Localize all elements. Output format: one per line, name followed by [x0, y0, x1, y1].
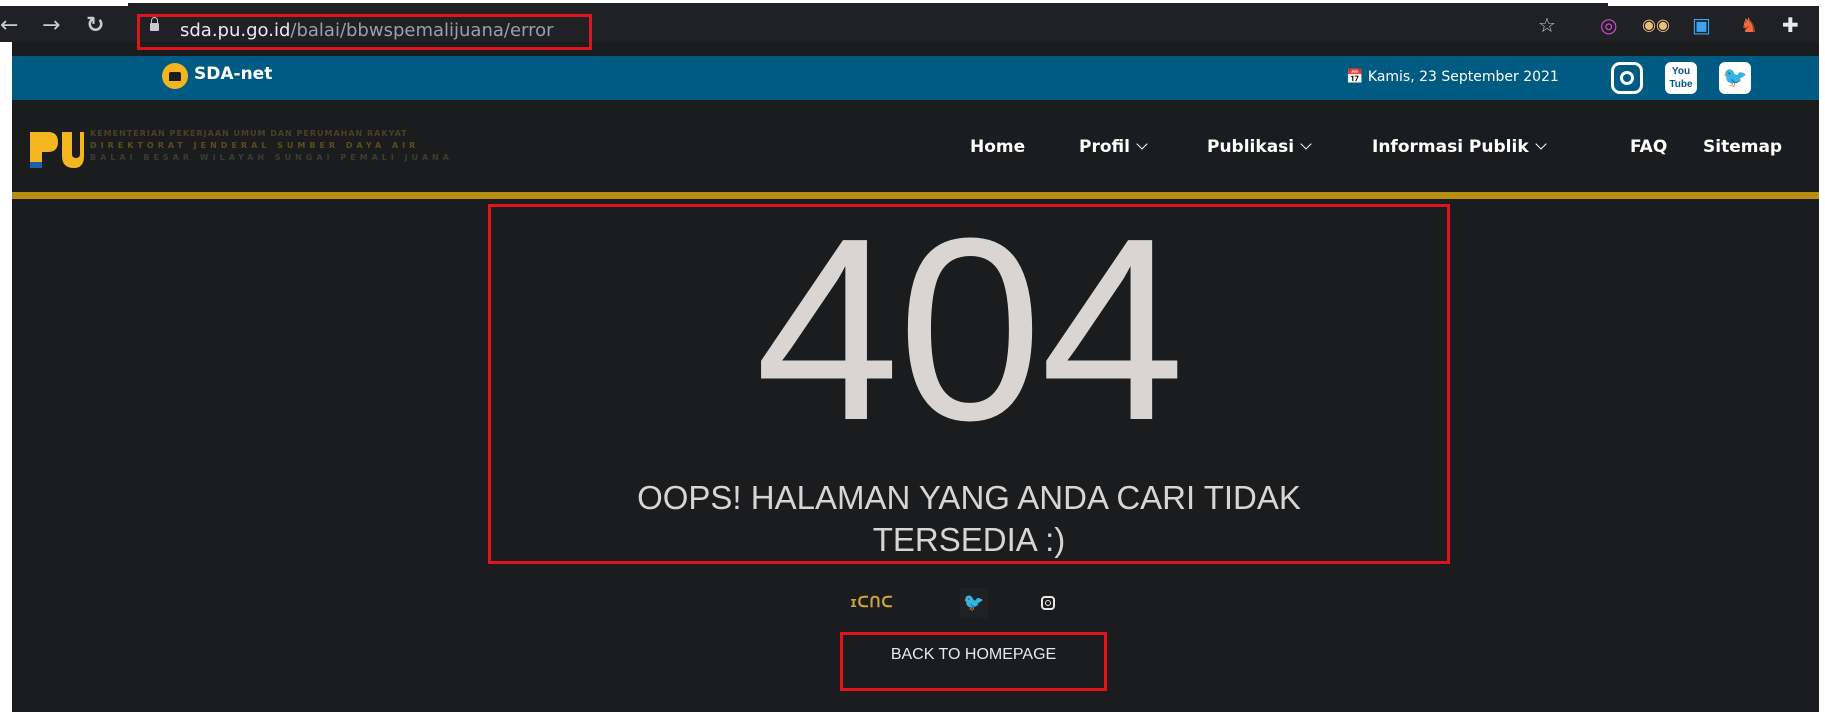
- home-icon[interactable]: [162, 63, 188, 89]
- nav-profil[interactable]: Profil: [1079, 137, 1148, 157]
- date-display: 📅 Kamis, 23 September 2021: [1346, 69, 1559, 85]
- facebook-icon[interactable]: ɪᑕᑎᑕ: [850, 588, 894, 618]
- puzzle-icon[interactable]: ✚: [1782, 13, 1799, 37]
- opera-icon[interactable]: ◎: [1600, 13, 1617, 37]
- frame-left: [0, 0, 12, 712]
- logo-line-1: KEMENTERIAN PEKERJAAN UMUM DAN PERUMAHAN…: [90, 129, 408, 138]
- frame-right: [1819, 0, 1825, 712]
- person-icon[interactable]: ♞: [1740, 13, 1758, 37]
- instagram-icon[interactable]: [1035, 588, 1063, 618]
- nav-publikasi[interactable]: Publikasi: [1207, 137, 1312, 157]
- twitter-icon[interactable]: 🐦: [1719, 62, 1751, 94]
- nav-home[interactable]: Home: [970, 137, 1025, 157]
- nav-informasi-publik[interactable]: Informasi Publik: [1372, 137, 1547, 157]
- logo-line-3: BALAI BESAR WILAYAH SUNGAI PEMALI JUANA: [90, 153, 453, 162]
- nav-label: Profil: [1079, 137, 1130, 157]
- instagram-icon[interactable]: [1611, 62, 1643, 94]
- back-link-highlight-box: [840, 632, 1107, 691]
- forward-arrow-icon[interactable]: →: [42, 14, 60, 38]
- youtube-label: You Tube: [1669, 66, 1693, 90]
- youtube-icon[interactable]: You Tube: [1665, 62, 1697, 94]
- twitter-icon[interactable]: 🐦: [960, 588, 988, 618]
- brand-link[interactable]: SDA-net: [194, 64, 272, 84]
- nav-sitemap[interactable]: Sitemap: [1703, 137, 1782, 157]
- nav-label: FAQ: [1630, 137, 1668, 157]
- pu-logo-icon[interactable]: [28, 128, 84, 170]
- chevron-down-icon: [1136, 138, 1148, 150]
- logo-text[interactable]: KEMENTERIAN PEKERJAAN UMUM DAN PERUMAHAN…: [90, 128, 453, 164]
- chevron-down-icon: [1534, 138, 1547, 150]
- back-arrow-icon[interactable]: ←: [0, 14, 18, 38]
- nav-label: Sitemap: [1703, 137, 1783, 157]
- star-icon[interactable]: ☆: [1538, 13, 1556, 37]
- nav-label: Publikasi: [1207, 137, 1295, 157]
- reload-icon[interactable]: ↻: [86, 14, 104, 38]
- translate-icon[interactable]: ▣: [1692, 13, 1711, 37]
- spy-icon[interactable]: ◉◉: [1642, 13, 1670, 37]
- url-highlight-box: [137, 14, 592, 50]
- error-highlight-box: [488, 204, 1450, 564]
- nav-faq[interactable]: FAQ: [1630, 137, 1667, 157]
- nav-label: Home: [970, 137, 1026, 157]
- logo-line-2: DIREKTORAT JENDERAL SUMBER DAYA AIR: [90, 141, 420, 150]
- chevron-down-icon: [1300, 138, 1312, 150]
- nav-label: Informasi Publik: [1372, 137, 1529, 157]
